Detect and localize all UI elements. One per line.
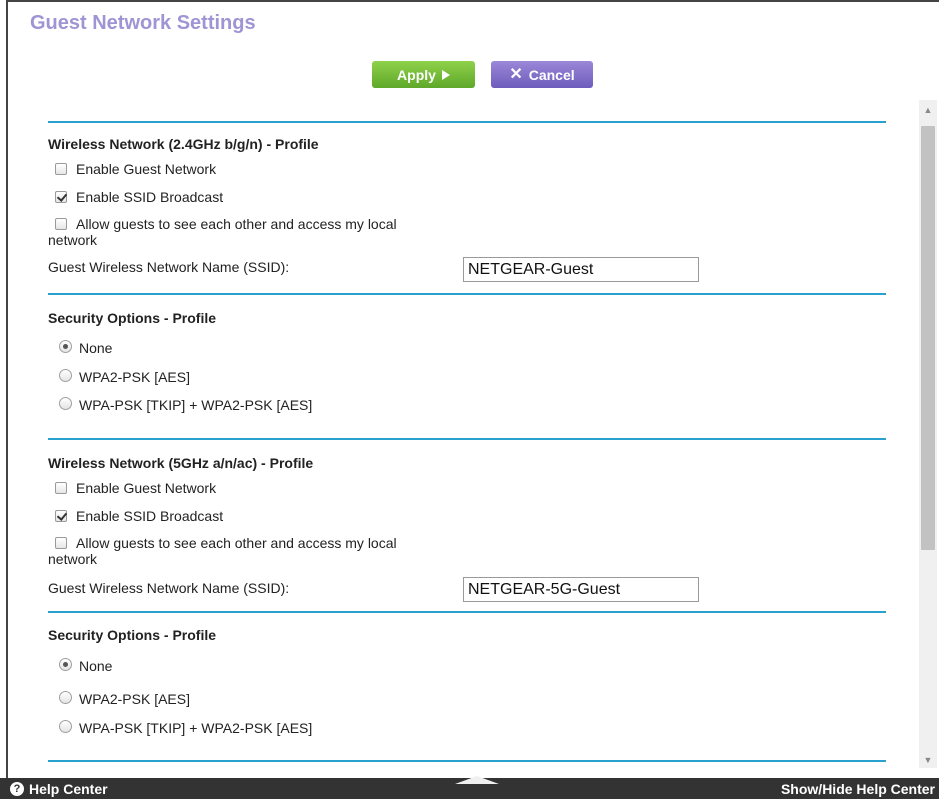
security-24-none-radio[interactable] xyxy=(59,340,72,353)
security-heading-24: Security Options - Profile xyxy=(48,310,217,326)
security-5-mixed-label: WPA-PSK [TKIP] + WPA2-PSK [AES] xyxy=(79,720,313,736)
help-center-link[interactable]: ? Help Center xyxy=(10,781,108,797)
section-divider xyxy=(48,438,886,440)
allow-guests-5-label: Allow guests to see each other and acces… xyxy=(76,535,397,551)
allow-guests-24-label-cont: network xyxy=(48,232,98,248)
apply-button[interactable]: Apply xyxy=(372,61,475,88)
security-5-none-label: None xyxy=(79,658,113,674)
page-title: Guest Network Settings xyxy=(30,12,256,34)
ssid-5-label: Guest Wireless Network Name (SSID): xyxy=(48,580,290,596)
scroll-down-icon[interactable]: ▼ xyxy=(919,752,937,768)
allow-guests-5-checkbox[interactable] xyxy=(55,537,67,549)
security-24-wpa2-radio[interactable] xyxy=(59,369,72,382)
security-5-wpa2-label: WPA2-PSK [AES] xyxy=(79,691,190,707)
enable-guest-network-5-label: Enable Guest Network xyxy=(76,480,217,496)
help-center-label: Help Center xyxy=(29,781,108,797)
allow-guests-24-label: Allow guests to see each other and acces… xyxy=(76,216,397,232)
allow-guests-24-checkbox[interactable] xyxy=(55,218,67,230)
security-24-none-label: None xyxy=(79,340,113,356)
settings-scroll-area: Wireless Network (2.4GHz b/g/n) - Profil… xyxy=(8,100,918,768)
section-divider xyxy=(48,121,886,123)
security-24-mixed-radio[interactable] xyxy=(59,397,72,410)
security-24-wpa2-label: WPA2-PSK [AES] xyxy=(79,369,190,385)
security-heading-5: Security Options - Profile xyxy=(48,627,217,643)
scrollbar-thumb[interactable] xyxy=(921,126,935,550)
ssid-broadcast-5-checkbox[interactable] xyxy=(55,510,67,522)
section-heading-5ghz: Wireless Network (5GHz a/n/ac) - Profile xyxy=(48,455,314,471)
security-24-mixed-label: WPA-PSK [TKIP] + WPA2-PSK [AES] xyxy=(79,397,313,413)
apply-button-label: Apply xyxy=(397,66,436,83)
security-5-none-radio[interactable] xyxy=(59,658,72,671)
enable-guest-network-24-checkbox[interactable] xyxy=(55,163,67,175)
ssid-broadcast-24-label: Enable SSID Broadcast xyxy=(76,189,224,205)
allow-guests-5-label-cont: network xyxy=(48,551,98,567)
ssid-broadcast-24-checkbox[interactable] xyxy=(55,191,67,203)
section-divider xyxy=(48,760,886,762)
vertical-scrollbar[interactable]: ▲ ▼ xyxy=(919,100,937,768)
help-footer-bar: ? Help Center Show/Hide Help Center xyxy=(0,776,939,799)
close-icon: ✕ xyxy=(509,65,523,83)
help-toggle-notch-icon[interactable] xyxy=(455,776,499,784)
show-hide-help-link[interactable]: Show/Hide Help Center xyxy=(781,781,935,797)
question-icon: ? xyxy=(10,782,24,796)
play-arrow-icon xyxy=(441,69,450,80)
scroll-up-icon[interactable]: ▲ xyxy=(919,102,937,118)
enable-guest-network-24-label: Enable Guest Network xyxy=(76,161,217,177)
ssid-broadcast-5-label: Enable SSID Broadcast xyxy=(76,508,224,524)
section-divider xyxy=(48,611,886,613)
security-5-wpa2-radio[interactable] xyxy=(59,691,72,704)
cancel-button[interactable]: ✕ Cancel xyxy=(491,61,593,88)
frame-top-border xyxy=(6,0,939,2)
ssid-24-label: Guest Wireless Network Name (SSID): xyxy=(48,259,290,275)
security-5-mixed-radio[interactable] xyxy=(59,720,72,733)
cancel-button-label: Cancel xyxy=(528,66,575,83)
ssid-5-input[interactable] xyxy=(463,577,699,602)
section-heading-24ghz: Wireless Network (2.4GHz b/g/n) - Profil… xyxy=(48,136,319,152)
enable-guest-network-5-checkbox[interactable] xyxy=(55,482,67,494)
section-divider xyxy=(48,293,886,295)
ssid-24-input[interactable] xyxy=(463,257,699,282)
